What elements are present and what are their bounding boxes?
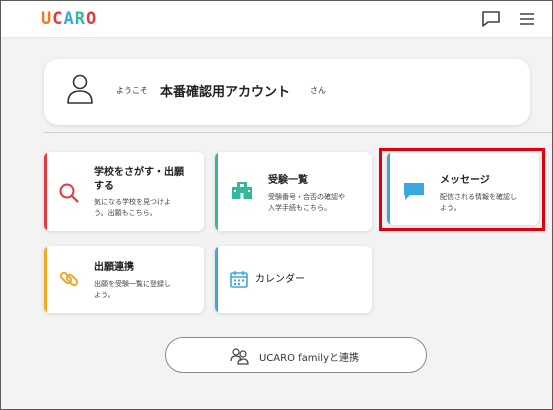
card-desc-line2: う。出願もこちら。: [94, 209, 157, 217]
ucaro-family-link-button[interactable]: UCARO familyと連携: [165, 337, 427, 373]
card-title: カレンダー: [255, 274, 305, 285]
logo-letter-u: U: [41, 9, 53, 29]
welcome-card: ようこそ 本番確認用アカウント さん: [44, 59, 530, 125]
card-accent: [215, 246, 218, 313]
card-accent: [44, 246, 47, 313]
card-calendar[interactable]: カレンダー: [215, 246, 372, 313]
card-desc-line2: よう。: [94, 291, 115, 299]
family-button-label: UCARO familyと連携: [259, 353, 360, 364]
logo-letter-a: A: [63, 9, 75, 29]
card-desc-line1: 出願を受験一覧に登録し: [94, 280, 171, 288]
card-exam-list[interactable]: 受験一覧 受験番号・合否の確認や 入学手続もこちら。: [215, 152, 372, 231]
highlight-frame: [379, 148, 545, 231]
card-title: 出願連携: [94, 262, 134, 273]
card-search-school[interactable]: 学校をさがす・出願 する 気になる学校を見つけよ う。出願もこちら。: [44, 152, 204, 231]
app-header: UCARO: [1, 1, 552, 38]
chat-icon[interactable]: [481, 10, 501, 32]
card-desc-line2: 入学手続もこちら。: [268, 204, 331, 212]
school-icon: [231, 180, 253, 204]
logo-letter-c: C: [52, 9, 64, 29]
card-desc-line1: 受験番号・合否の確認や: [268, 193, 345, 201]
logo-letter-o: O: [86, 9, 98, 29]
section-divider: [44, 132, 552, 133]
card-title-line1: 学校をさがす・出願: [94, 167, 184, 178]
logo-letter-r: R: [74, 9, 86, 29]
card-accent: [215, 152, 218, 231]
card-accent: [44, 152, 47, 231]
menu-icon[interactable]: [518, 10, 536, 32]
link-icon: [58, 268, 80, 294]
ucaro-logo[interactable]: UCARO: [41, 9, 97, 29]
search-icon: [58, 182, 80, 208]
calendar-icon: [229, 269, 249, 293]
card-desc-line1: 気になる学校を見つけよ: [94, 198, 171, 206]
users-icon: [230, 347, 250, 369]
card-application-link[interactable]: 出願連携 出願を受験一覧に登録し よう。: [44, 246, 204, 313]
card-title-line2: する: [94, 181, 114, 192]
welcome-suffix: さん: [310, 86, 326, 95]
card-title: 受験一覧: [268, 175, 308, 186]
welcome-prefix: ようこそ: [116, 86, 148, 95]
app-window: UCARO ようこそ 本番確認用アカウント さん 学校をさがす・出願 する 気に…: [0, 0, 553, 410]
user-icon: [66, 73, 94, 109]
account-name: 本番確認用アカウント: [160, 85, 291, 100]
